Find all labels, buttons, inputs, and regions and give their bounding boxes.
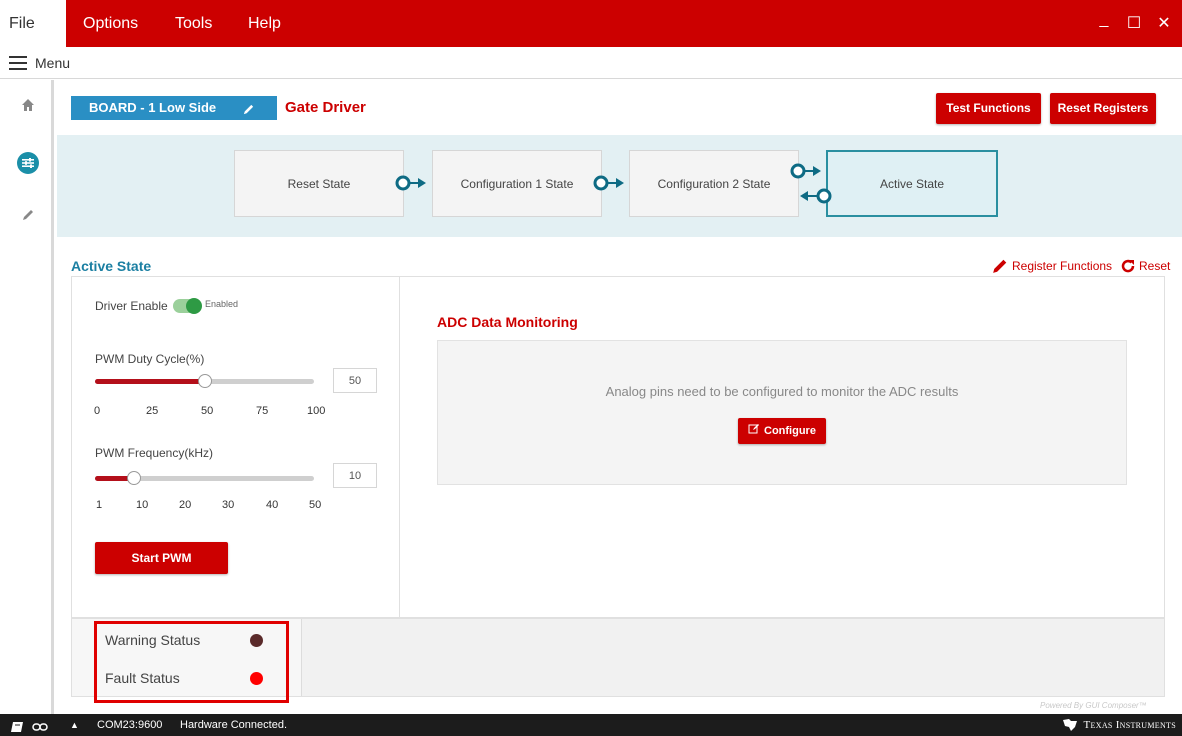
close-button[interactable]: ✕ [1150, 0, 1178, 47]
transition-arrow-icon[interactable] [789, 162, 825, 180]
tick-label: 20 [179, 499, 192, 511]
powered-by: Powered By GUI Composer™ [1040, 701, 1147, 710]
refresh-icon [1121, 259, 1135, 273]
state-reset[interactable]: Reset State [234, 150, 404, 217]
tick-label: 75 [256, 405, 269, 417]
left-nav [0, 80, 54, 714]
edit-icon [748, 424, 760, 434]
driver-enable-toggle[interactable] [173, 298, 202, 314]
driver-enable-state: Enabled [205, 299, 239, 309]
home-icon[interactable] [17, 94, 39, 116]
start-pwm-button[interactable]: Start PWM [95, 542, 228, 574]
driver-enable-label: Driver Enable [95, 299, 168, 313]
menu-bar: File Options Tools Help _ ☐ ✕ [0, 0, 1182, 47]
hamburger-icon[interactable] [9, 56, 27, 70]
state-active[interactable]: Active State [826, 150, 998, 217]
connection-status: Hardware Connected. [180, 719, 288, 731]
maximize-button[interactable]: ☐ [1120, 0, 1148, 47]
state-label: Configuration 1 State [460, 176, 574, 191]
adc-title: ADC Data Monitoring [437, 314, 578, 330]
transition-arrow-icon[interactable] [592, 174, 628, 192]
reset-link[interactable]: Reset [1120, 258, 1170, 274]
register-functions-label: Register Functions [1012, 259, 1113, 273]
link-icon[interactable] [32, 719, 48, 731]
transition-back-arrow-icon[interactable] [798, 187, 834, 205]
tick-label: 50 [309, 499, 322, 511]
board-label: BOARD - 1 Low Side [89, 100, 217, 115]
ti-logo-icon [1062, 719, 1077, 731]
menu-file[interactable]: File [0, 0, 66, 47]
slider-fill [95, 379, 205, 384]
state-label: Configuration 2 State [657, 176, 771, 191]
tick-label: 30 [222, 499, 235, 511]
reset-label: Reset [1139, 259, 1171, 273]
menu-tools[interactable]: Tools [175, 0, 212, 47]
transition-arrow-icon[interactable] [394, 174, 430, 192]
sliders-icon[interactable] [17, 152, 39, 174]
tick-label: 1 [96, 499, 103, 511]
test-functions-button[interactable]: Test Functions [936, 93, 1041, 124]
duty-cycle-label: PWM Duty Cycle(%) [95, 352, 205, 366]
state-label: Active State [879, 176, 945, 191]
pencil-icon[interactable] [17, 204, 39, 226]
pwm-frequency-input[interactable]: 10 [333, 463, 377, 488]
ti-logo: Texas Instruments [1061, 714, 1176, 736]
duty-cycle-input[interactable]: 50 [333, 368, 377, 393]
minimize-button[interactable]: _ [1090, 0, 1118, 43]
duty-cycle-thumb[interactable] [197, 374, 212, 388]
menu-help[interactable]: Help [248, 0, 281, 47]
state-configuration-1[interactable]: Configuration 1 State [432, 150, 602, 217]
status-highlight-box [94, 621, 289, 703]
reset-registers-button[interactable]: Reset Registers [1050, 93, 1156, 124]
tick-label: 0 [94, 405, 101, 417]
pencil-icon [993, 259, 1007, 273]
menu-row: Menu [0, 47, 1182, 79]
section-title: Active State [71, 258, 152, 274]
adc-message: Analog pins need to be configured to mon… [605, 384, 959, 399]
tick-label: 50 [201, 405, 214, 417]
menu-options[interactable]: Options [83, 0, 138, 47]
status-bar: ▲ COM23:9600 Hardware Connected. Texas I… [0, 714, 1182, 736]
adc-placeholder-box [437, 340, 1127, 485]
edit-pencil-icon[interactable] [242, 100, 255, 124]
tick-label: 25 [146, 405, 159, 417]
notes-icon[interactable] [10, 719, 24, 732]
menu-toggle-label[interactable]: Menu [35, 55, 70, 71]
pwm-frequency-label: PWM Frequency(kHz) [95, 446, 214, 460]
tick-label: 40 [266, 499, 279, 511]
configure-button[interactable]: Configure [738, 418, 826, 444]
state-configuration-2[interactable]: Configuration 2 State [629, 150, 799, 217]
tick-label: 10 [136, 499, 149, 511]
brand-name: Texas Instruments [1083, 719, 1176, 731]
serial-port[interactable]: COM23:9600 [97, 714, 162, 736]
board-selector[interactable]: BOARD - 1 Low Side [71, 96, 277, 120]
configure-label: Configure [764, 425, 816, 437]
page-title: Gate Driver [285, 99, 366, 116]
tick-label: 100 [307, 405, 326, 417]
expand-up-icon[interactable]: ▲ [70, 714, 79, 736]
state-label: Reset State [287, 176, 351, 191]
register-functions-link[interactable]: Register Functions [992, 258, 1112, 274]
